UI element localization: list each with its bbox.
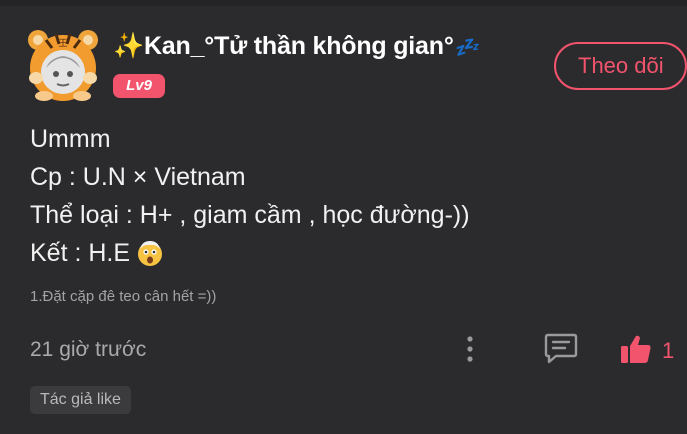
- more-options-icon[interactable]: [460, 335, 480, 363]
- author-liked-tag: Tác giả like: [30, 386, 131, 414]
- sleeping-zzz-icon: 💤: [453, 37, 479, 59]
- sparkle-icon: ✨: [113, 32, 144, 60]
- thumbs-up-icon[interactable]: [620, 334, 652, 364]
- svg-text:王: 王: [58, 38, 67, 49]
- like-count: 1: [662, 338, 675, 363]
- comment-icon[interactable]: [544, 332, 578, 364]
- shocked-face-icon: [138, 241, 163, 266]
- content-line-text: Kết : H.E: [30, 239, 131, 267]
- author-avatar[interactable]: 王: [26, 28, 100, 102]
- content-line-last: Kết : H.E: [30, 234, 470, 272]
- post-timestamp: 21 giờ trước: [30, 338, 147, 361]
- author-name-text: Kan_°Tử thần không gian°: [143, 32, 454, 60]
- post-note: 1.Đặt cặp đê teo cân hết =)): [30, 288, 217, 305]
- top-divider: [0, 0, 687, 6]
- tiger-hat-avatar-icon: 王: [28, 30, 98, 101]
- follow-button[interactable]: Theo dõi: [554, 42, 687, 90]
- author-name[interactable]: ✨Kan_°Tử thần không gian°💤: [113, 32, 479, 61]
- content-line: Ummm: [30, 125, 111, 153]
- content-line: Thể loại : H+ , giam cầm , học đường-)): [30, 201, 470, 229]
- content-line: Cp : U.N × Vietnam: [30, 163, 246, 191]
- post-content: Ummm Cp : U.N × Vietnam Thể loại : H+ , …: [30, 120, 470, 272]
- level-badge: Lv9: [113, 74, 165, 98]
